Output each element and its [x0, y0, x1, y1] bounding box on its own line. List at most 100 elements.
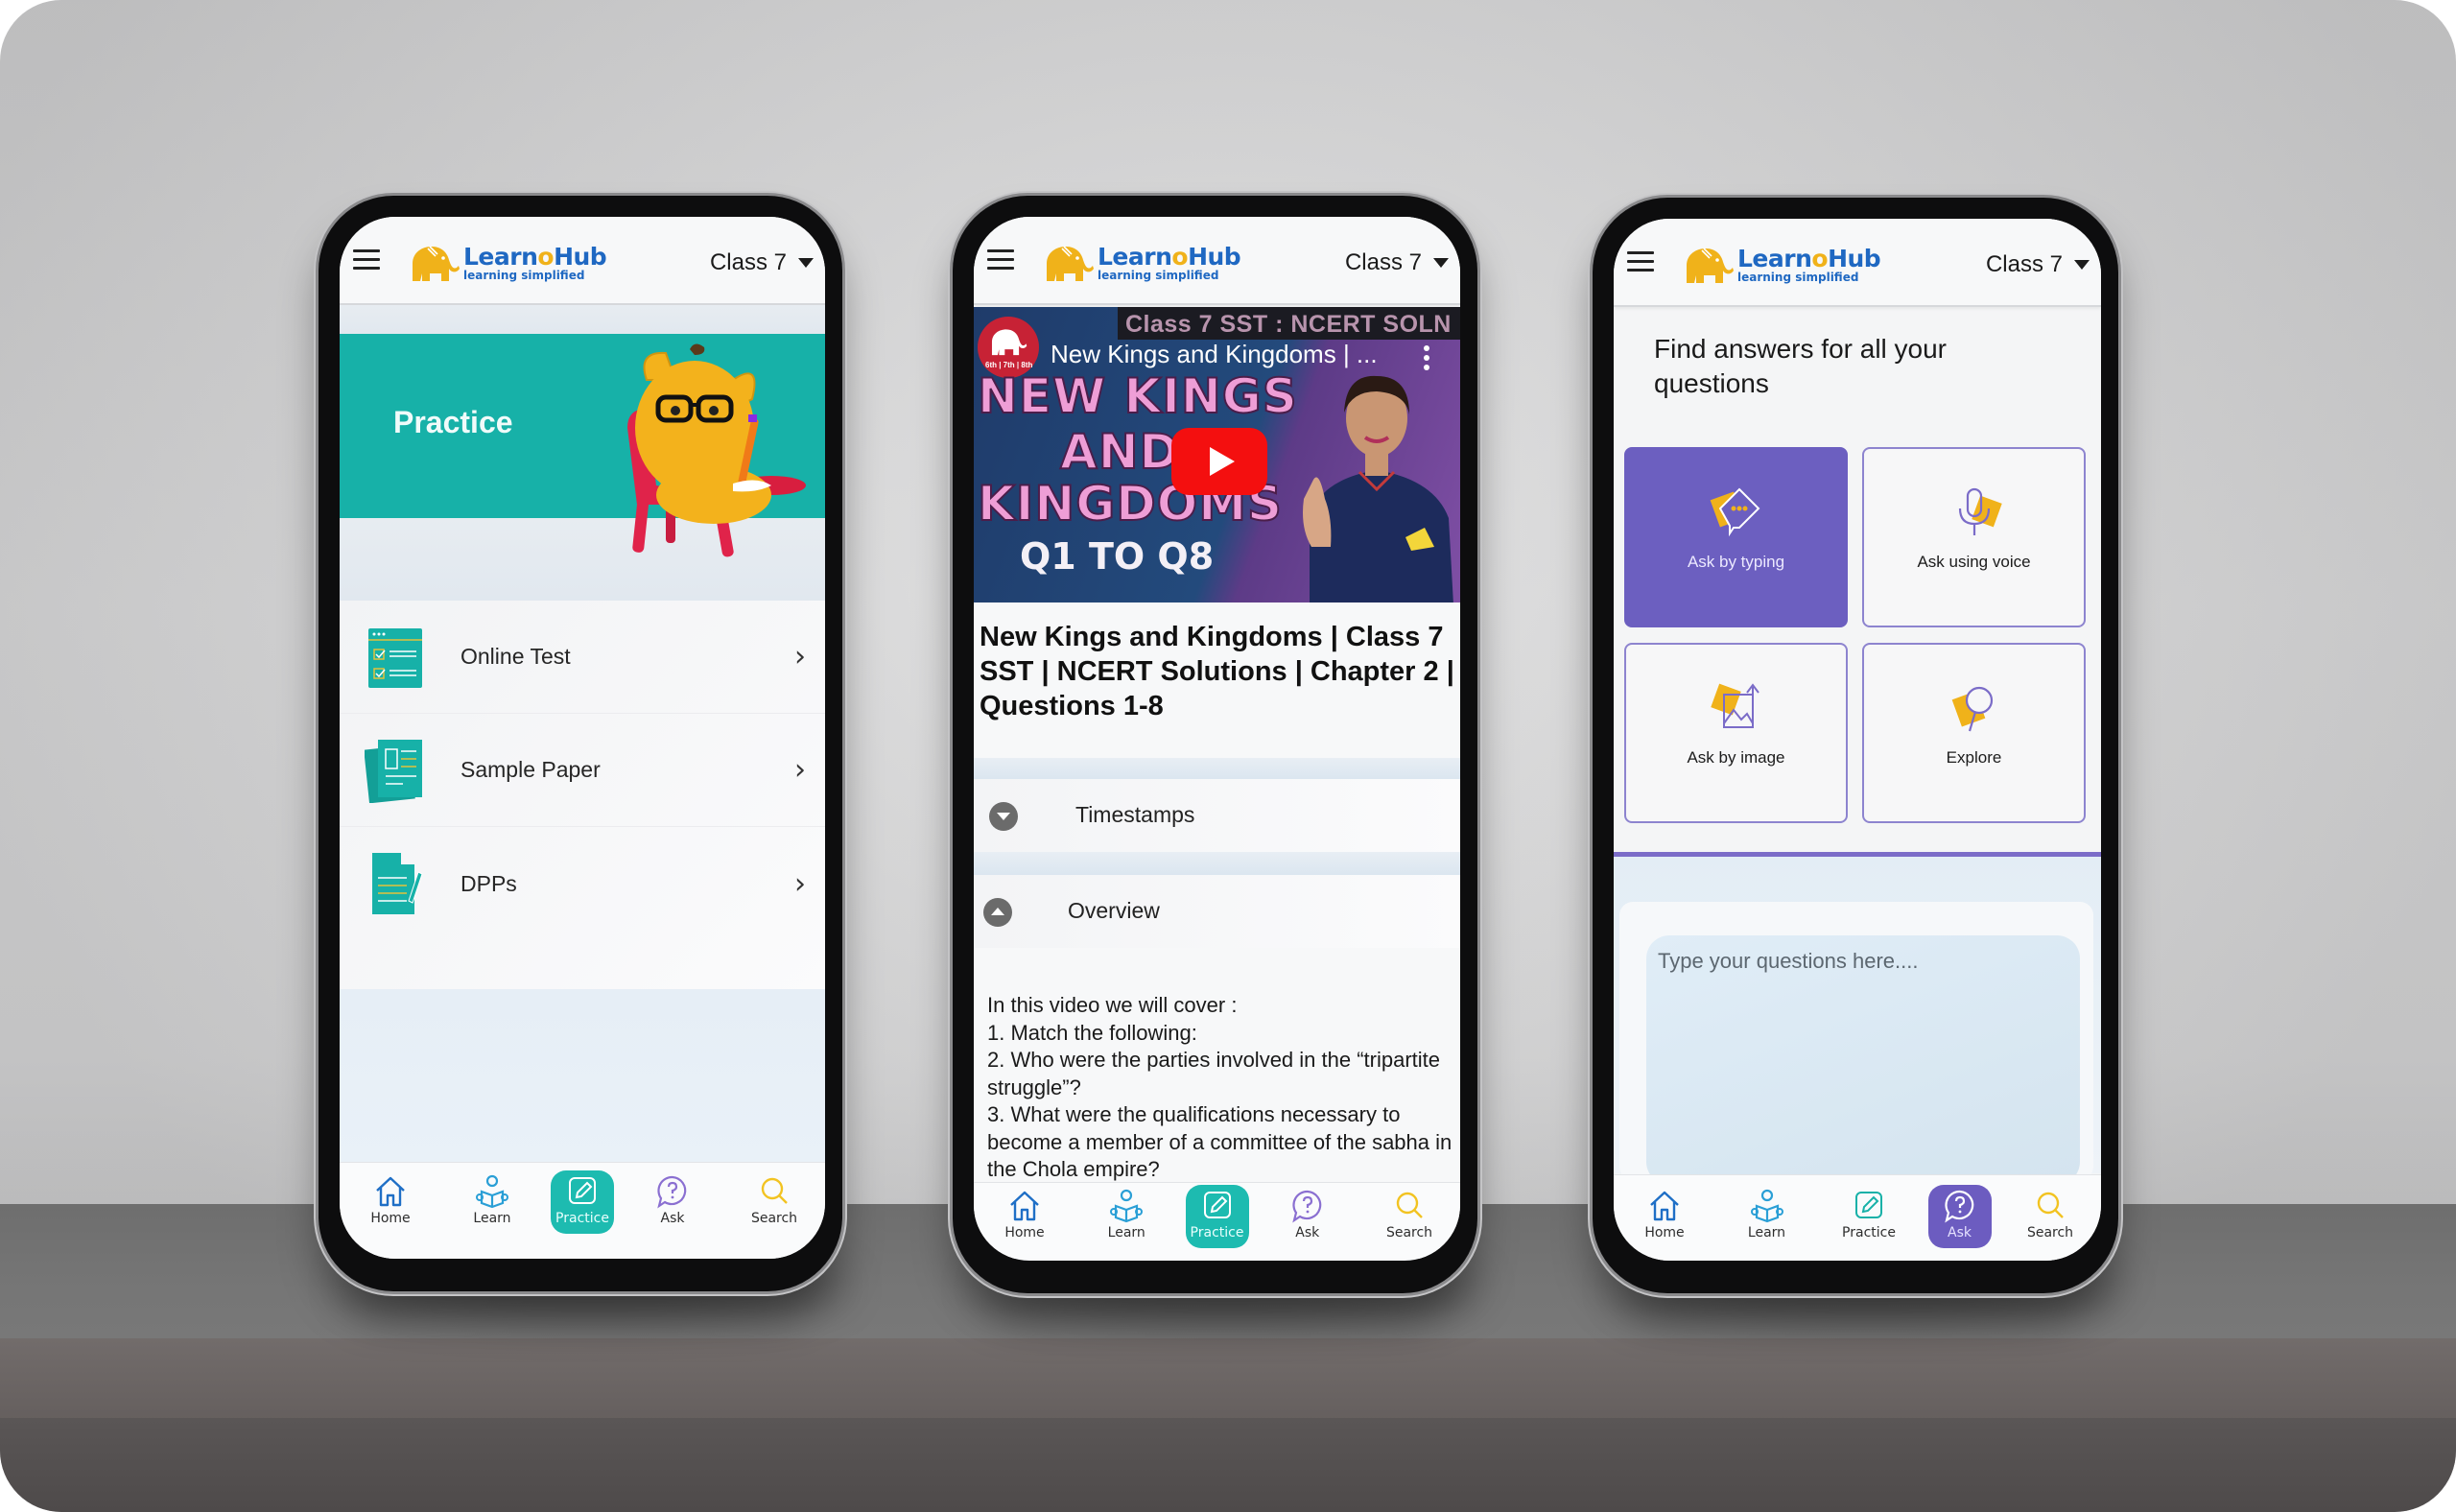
- mockup-scene: LearnoHub learning simplified Class 7 Pr…: [0, 0, 2456, 1512]
- accordion-timestamps[interactable]: Timestamps: [974, 779, 1460, 852]
- list-item-dpps[interactable]: DPPs ›: [340, 827, 825, 940]
- brand-logo[interactable]: LearnoHub learning simplified: [1043, 242, 1241, 284]
- sample-paper-icon: [365, 739, 422, 803]
- menu-icon[interactable]: [987, 249, 1014, 271]
- practice-list: Online Test › Sample Paper › DPPs ›: [340, 601, 825, 989]
- learn-icon: [1110, 1189, 1144, 1223]
- class-dropdown-value: Class 7: [1344, 249, 1422, 275]
- brand-tagline: learning simplified: [1098, 269, 1219, 282]
- thumbnail-text: AND: [1059, 423, 1181, 481]
- learn-icon: [476, 1174, 508, 1209]
- practice-icon: [569, 1177, 596, 1204]
- nav-learn[interactable]: Learn: [1724, 1175, 1810, 1261]
- app-header: LearnoHub learning simplified Class 7: [974, 217, 1460, 305]
- option-explore[interactable]: Explore: [1862, 643, 2086, 823]
- collapse-icon: [983, 898, 1012, 927]
- phone-ask: LearnoHub learning simplified Class 7 Fi…: [1593, 198, 2118, 1293]
- nav-search[interactable]: Search: [1366, 1183, 1452, 1259]
- empty-area: [340, 989, 825, 1162]
- play-button[interactable]: [1171, 428, 1267, 495]
- search-icon: [761, 1177, 788, 1204]
- ask-heading: Find answers for all your questions: [1654, 334, 1948, 398]
- nav-home[interactable]: Home: [347, 1163, 434, 1259]
- class-dropdown[interactable]: Class 7: [1345, 249, 1449, 276]
- video-screen: LearnoHub learning simplified Class 7 Cl…: [974, 217, 1460, 1261]
- list-item-sample-paper[interactable]: Sample Paper ›: [340, 714, 825, 827]
- app-header: LearnoHub learning simplified Class 7: [1614, 219, 2101, 307]
- menu-icon[interactable]: [353, 249, 380, 271]
- practice-icon: [1203, 1192, 1231, 1218]
- ask-icon: [657, 1175, 687, 1209]
- banner-spacer: [340, 305, 825, 334]
- nav-practice[interactable]: Practice: [551, 1170, 614, 1234]
- brand-logo[interactable]: LearnoHub learning simplified: [409, 242, 607, 284]
- list-item-label: Sample Paper: [460, 757, 601, 782]
- option-label: Ask by typing: [1687, 553, 1785, 571]
- nav-ask[interactable]: Ask: [1927, 1185, 1992, 1248]
- brand-name: LearnoHub: [1737, 245, 1881, 272]
- bottom-nav: Home Learn Practice Ask Search: [340, 1162, 825, 1259]
- banner-title: Practice: [393, 405, 513, 439]
- presenter-image: [1303, 375, 1453, 602]
- elephant-logo-icon: [991, 329, 1027, 356]
- nav-ask[interactable]: Ask: [1264, 1183, 1351, 1259]
- image-upload-icon: [1711, 683, 1759, 728]
- thumbnail-text: NEW KINGS: [977, 367, 1298, 425]
- question-input[interactable]: [1646, 935, 2080, 1185]
- elephant-logo-icon: [1047, 246, 1094, 281]
- elephant-logo-icon: [413, 246, 460, 281]
- home-icon: [376, 1176, 405, 1207]
- class-dropdown[interactable]: Class 7: [710, 249, 814, 276]
- option-ask-using-voice[interactable]: Ask using voice: [1862, 447, 2086, 627]
- nav-search[interactable]: Search: [731, 1163, 817, 1259]
- app-header: LearnoHub learning simplified Class 7: [340, 217, 825, 305]
- nav-home[interactable]: Home: [1621, 1175, 1708, 1261]
- nav-home[interactable]: Home: [981, 1183, 1068, 1259]
- online-test-icon: [368, 627, 422, 688]
- question-card: [1619, 902, 2093, 1185]
- nav-learn[interactable]: Learn: [1083, 1183, 1169, 1259]
- section-divider: [974, 852, 1460, 875]
- phone-practice: LearnoHub learning simplified Class 7 Pr…: [319, 196, 842, 1291]
- menu-icon[interactable]: [1627, 251, 1654, 272]
- chat-typing-icon: [1710, 487, 1760, 537]
- nav-learn[interactable]: Learn: [449, 1163, 535, 1259]
- ask-icon: [1944, 1190, 1973, 1223]
- caret-down-icon: [798, 258, 814, 268]
- class-dropdown-value: Class 7: [1985, 251, 2063, 277]
- search-icon: [1396, 1192, 1423, 1218]
- list-item-label: DPPs: [460, 870, 517, 896]
- overview-text: In this video we will cover : 1. Match t…: [987, 993, 1452, 1181]
- home-icon: [1010, 1191, 1039, 1221]
- practice-icon: [1855, 1192, 1882, 1218]
- chevron-right-icon: ›: [794, 753, 806, 787]
- microphone-icon: [1958, 487, 2002, 535]
- option-ask-by-image[interactable]: Ask by image: [1624, 643, 1848, 823]
- video-strip-text: Class 7 SST : NCERT SOLN: [1125, 311, 1452, 338]
- nav-ask[interactable]: Ask: [629, 1163, 716, 1259]
- nav-practice[interactable]: Practice: [1185, 1185, 1249, 1248]
- practice-screen: LearnoHub learning simplified Class 7 Pr…: [340, 217, 825, 1259]
- accordion-overview[interactable]: Overview: [974, 875, 1460, 948]
- learn-icon: [1750, 1189, 1783, 1223]
- shelf-edge: [0, 1338, 2456, 1421]
- bottom-nav: Home Learn Practice Ask Search: [974, 1182, 1460, 1259]
- home-icon: [1650, 1191, 1679, 1221]
- video-player[interactable]: Class 7 SST : NCERT SOLN 6th | 7th | 8th…: [974, 307, 1460, 602]
- brand-logo[interactable]: LearnoHub learning simplified: [1683, 244, 1881, 286]
- expand-icon: [989, 802, 1018, 831]
- option-label: Ask using voice: [1917, 553, 2031, 571]
- nav-search[interactable]: Search: [2007, 1175, 2093, 1261]
- list-item-online-test[interactable]: Online Test ›: [340, 601, 825, 714]
- option-ask-by-typing[interactable]: Ask by typing: [1624, 447, 1848, 627]
- caret-down-icon: [1433, 258, 1449, 268]
- nav-practice[interactable]: Practice: [1826, 1175, 1912, 1261]
- chevron-right-icon: ›: [794, 866, 806, 901]
- brand-name: LearnoHub: [1098, 243, 1241, 271]
- phone-video: LearnoHub learning simplified Class 7 Cl…: [953, 196, 1477, 1293]
- class-dropdown[interactable]: Class 7: [1986, 251, 2090, 278]
- elephant-logo-icon: [1687, 248, 1734, 283]
- caret-down-icon: [2074, 260, 2090, 270]
- brand-tagline: learning simplified: [1737, 271, 1859, 284]
- ask-icon: [1291, 1190, 1322, 1223]
